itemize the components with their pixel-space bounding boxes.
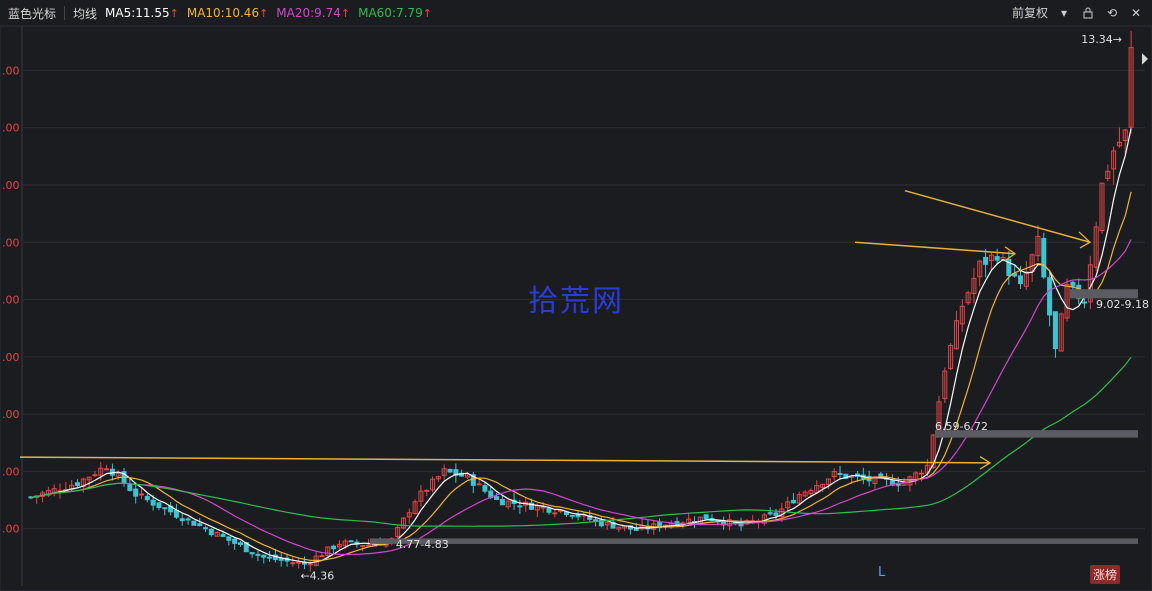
y-tick-label: .00 xyxy=(2,179,20,192)
candle-body xyxy=(162,507,168,510)
y-axis: .00 .00 .00 .00 .00 .00 .00 .00 .00 xyxy=(2,64,20,535)
candle-body xyxy=(319,555,325,558)
candle-body xyxy=(226,536,232,541)
candle-body xyxy=(767,512,773,515)
y-tick-label: .00 xyxy=(2,236,20,249)
candle-body xyxy=(569,514,575,517)
candle-body xyxy=(261,554,267,558)
candle-body xyxy=(1052,311,1058,350)
ma10-line xyxy=(30,191,1132,562)
candle-body xyxy=(150,499,156,506)
support-band-3 xyxy=(370,538,1138,544)
candle-body xyxy=(220,533,226,537)
candle-body xyxy=(575,514,581,518)
candle-body xyxy=(267,556,273,559)
candle-body xyxy=(278,558,284,561)
candle-body xyxy=(185,518,191,521)
candle-body xyxy=(179,518,185,522)
candle-body xyxy=(424,489,430,492)
candle-body xyxy=(919,472,925,475)
y-tick-label: .00 xyxy=(2,64,20,77)
candle-body xyxy=(173,509,179,518)
candle-body xyxy=(366,544,372,547)
candle-body xyxy=(290,562,296,565)
candle-body xyxy=(237,542,243,545)
candle-body xyxy=(1082,301,1088,304)
y-tick-label: .00 xyxy=(2,351,20,364)
candle-body xyxy=(546,507,552,513)
last-price-marker xyxy=(1142,53,1148,65)
candle-body xyxy=(790,499,796,504)
candle-body xyxy=(360,545,366,548)
ma60-line xyxy=(30,356,1132,527)
candle-body xyxy=(703,514,709,520)
candle-body xyxy=(494,496,500,500)
trend-arrow-2 xyxy=(904,189,1091,243)
candle-body xyxy=(348,540,354,543)
y-tick-label: .00 xyxy=(2,122,20,135)
candle-body xyxy=(255,553,261,556)
candle-body xyxy=(476,483,482,486)
candle-body xyxy=(482,485,488,492)
candle-body xyxy=(447,468,453,473)
watermark: 拾荒网 xyxy=(528,284,624,319)
l-marker: L xyxy=(878,565,886,580)
candle-body xyxy=(133,488,139,497)
candle-body xyxy=(197,523,203,527)
candle-body xyxy=(92,474,98,477)
y-tick-label: .00 xyxy=(2,294,20,307)
y-tick-label: .00 xyxy=(2,465,20,478)
candle-body xyxy=(203,527,209,530)
annotation-label: 9.02-9.18 xyxy=(1096,298,1149,311)
candle-body xyxy=(1070,281,1076,287)
candle-body xyxy=(1041,238,1047,278)
candle-body xyxy=(156,502,162,509)
y-tick-label: .00 xyxy=(2,408,20,421)
chart-window: 蓝色光标 均线 MA5:11.55↑ MA10:10.46↑ MA20:9.74… xyxy=(0,0,1152,591)
candle-body xyxy=(1017,275,1023,285)
candle-body xyxy=(191,520,197,526)
annotation-label: 13.34→ xyxy=(1081,33,1122,46)
candle-body xyxy=(499,498,505,506)
candle-body xyxy=(773,512,779,517)
candle-body xyxy=(208,528,214,536)
candle-body xyxy=(331,545,337,550)
moving-averages xyxy=(30,128,1132,564)
annotations: 13.34→ ←4.36 4.77-4.83 6.59-6.72 9.02-9.18 xyxy=(301,33,1149,582)
candle-body xyxy=(540,506,546,509)
candle-body xyxy=(139,493,145,496)
y-tick-label: .00 xyxy=(2,523,20,536)
candle-body xyxy=(552,512,558,515)
candle-body xyxy=(983,256,989,265)
candle-body xyxy=(144,495,150,501)
trend-arrow-1 xyxy=(854,241,1016,255)
rank-tag[interactable]: 涨榜 xyxy=(1090,565,1121,584)
resistance-line xyxy=(19,456,991,464)
candle-body xyxy=(1047,277,1053,316)
candle-body xyxy=(837,472,843,475)
candle-body xyxy=(127,484,133,491)
annotation-label: 4.77-4.83 xyxy=(396,538,449,551)
ma5-line xyxy=(30,128,1132,564)
candle-body xyxy=(593,519,599,522)
candle-body xyxy=(74,482,80,487)
candle-body xyxy=(517,505,523,508)
annotation-label: 6.59-6.72 xyxy=(935,420,988,433)
candle-body xyxy=(232,538,238,544)
candle-body xyxy=(994,256,1000,261)
annotation-label: ←4.36 xyxy=(301,569,335,582)
candle-body xyxy=(296,561,302,564)
candle-body xyxy=(249,552,255,555)
